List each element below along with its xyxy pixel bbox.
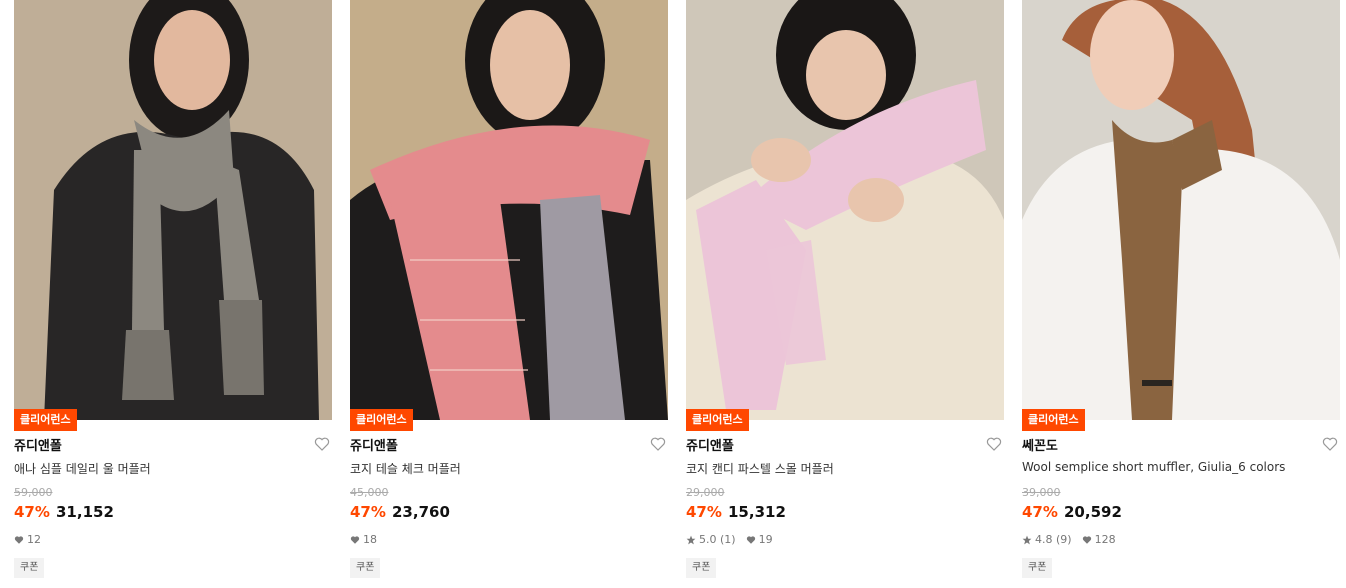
product-image[interactable] [350, 0, 668, 420]
product-meta: 4.8 (9) 128 [1022, 533, 1126, 546]
coupon-tag: 쿠폰 [1022, 558, 1053, 578]
likes-count: 18 [363, 533, 377, 546]
heart-filled-icon [1082, 535, 1092, 545]
heart-filled-icon [350, 535, 360, 545]
sale-price: 23,760 [392, 503, 450, 521]
product-title[interactable]: 코지 캔디 파스텔 스몰 머플러 [686, 460, 834, 477]
product-meta: 18 [350, 533, 387, 546]
product-card[interactable]: 클리어런스 쎄꼰도 Wool semplice short muffler, G… [1022, 0, 1340, 588]
likes-count: 12 [27, 533, 41, 546]
likes-count: 19 [758, 533, 773, 546]
sale-price: 31,152 [56, 503, 114, 521]
clearance-badge: 클리어런스 [14, 409, 77, 431]
product-title[interactable]: 코지 테슬 체크 머플러 [350, 460, 461, 477]
original-price: 45,000 [350, 486, 389, 499]
brand-name[interactable]: 쥬디앤폴 [14, 435, 62, 454]
product-card[interactable]: 클리어런스 쥬디앤폴 코지 캔디 파스텔 스몰 머플러 29,000 47% 1… [686, 0, 1004, 588]
product-title[interactable]: Wool semplice short muffler, Giulia_6 co… [1022, 460, 1285, 474]
brand-name[interactable]: 쎄꼰도 [1022, 435, 1058, 454]
coupon-tag: 쿠폰 [14, 558, 45, 578]
likes-group: 12 [14, 533, 41, 546]
heart-icon[interactable] [314, 436, 330, 452]
star-icon [1022, 535, 1032, 545]
sale-price: 20,592 [1064, 503, 1122, 521]
likes-group: 128 [1082, 533, 1116, 546]
original-price: 29,000 [686, 486, 725, 499]
discount-rate: 47% [686, 503, 722, 521]
heart-filled-icon [14, 535, 24, 545]
discount-rate: 47% [1022, 503, 1058, 521]
original-price: 59,000 [14, 486, 53, 499]
rating-value: 4.8 (9) [1035, 533, 1072, 546]
discount-rate: 47% [14, 503, 50, 521]
product-image[interactable] [14, 0, 332, 420]
star-icon [686, 535, 696, 545]
coupon-tag: 쿠폰 [686, 558, 717, 578]
product-card[interactable]: 클리어런스 쥬디앤폴 코지 테슬 체크 머플러 45,000 47% 23,76… [350, 0, 668, 588]
coupon-tag: 쿠폰 [350, 558, 381, 578]
brand-name[interactable]: 쥬디앤폴 [686, 435, 734, 454]
heart-filled-icon [746, 535, 756, 545]
brand-name[interactable]: 쥬디앤폴 [350, 435, 398, 454]
product-meta: 12 [14, 533, 51, 546]
product-card[interactable]: 클리어런스 쥬디앤폴 애나 심플 데일리 울 머플러 59,000 47% 31… [14, 0, 332, 588]
product-title[interactable]: 애나 심플 데일리 울 머플러 [14, 460, 151, 477]
original-price: 39,000 [1022, 486, 1061, 499]
sale-price: 15,312 [728, 503, 786, 521]
product-meta: 5.0 (1) 19 [686, 533, 783, 546]
product-image[interactable] [1022, 0, 1340, 420]
clearance-badge: 클리어런스 [1022, 409, 1085, 431]
rating-value: 5.0 (1) [699, 533, 736, 546]
heart-icon[interactable] [986, 436, 1002, 452]
clearance-badge: 클리어런스 [350, 409, 413, 431]
rating-group: 5.0 (1) [686, 533, 736, 546]
heart-icon[interactable] [1322, 436, 1338, 452]
likes-count: 128 [1094, 533, 1116, 546]
rating-group: 4.8 (9) [1022, 533, 1072, 546]
product-image[interactable] [686, 0, 1004, 420]
likes-group: 18 [350, 533, 377, 546]
clearance-badge: 클리어런스 [686, 409, 749, 431]
heart-icon[interactable] [650, 436, 666, 452]
discount-rate: 47% [350, 503, 386, 521]
product-grid: 클리어런스 쥬디앤폴 애나 심플 데일리 울 머플러 59,000 47% 31… [0, 0, 1346, 588]
likes-group: 19 [746, 533, 773, 546]
